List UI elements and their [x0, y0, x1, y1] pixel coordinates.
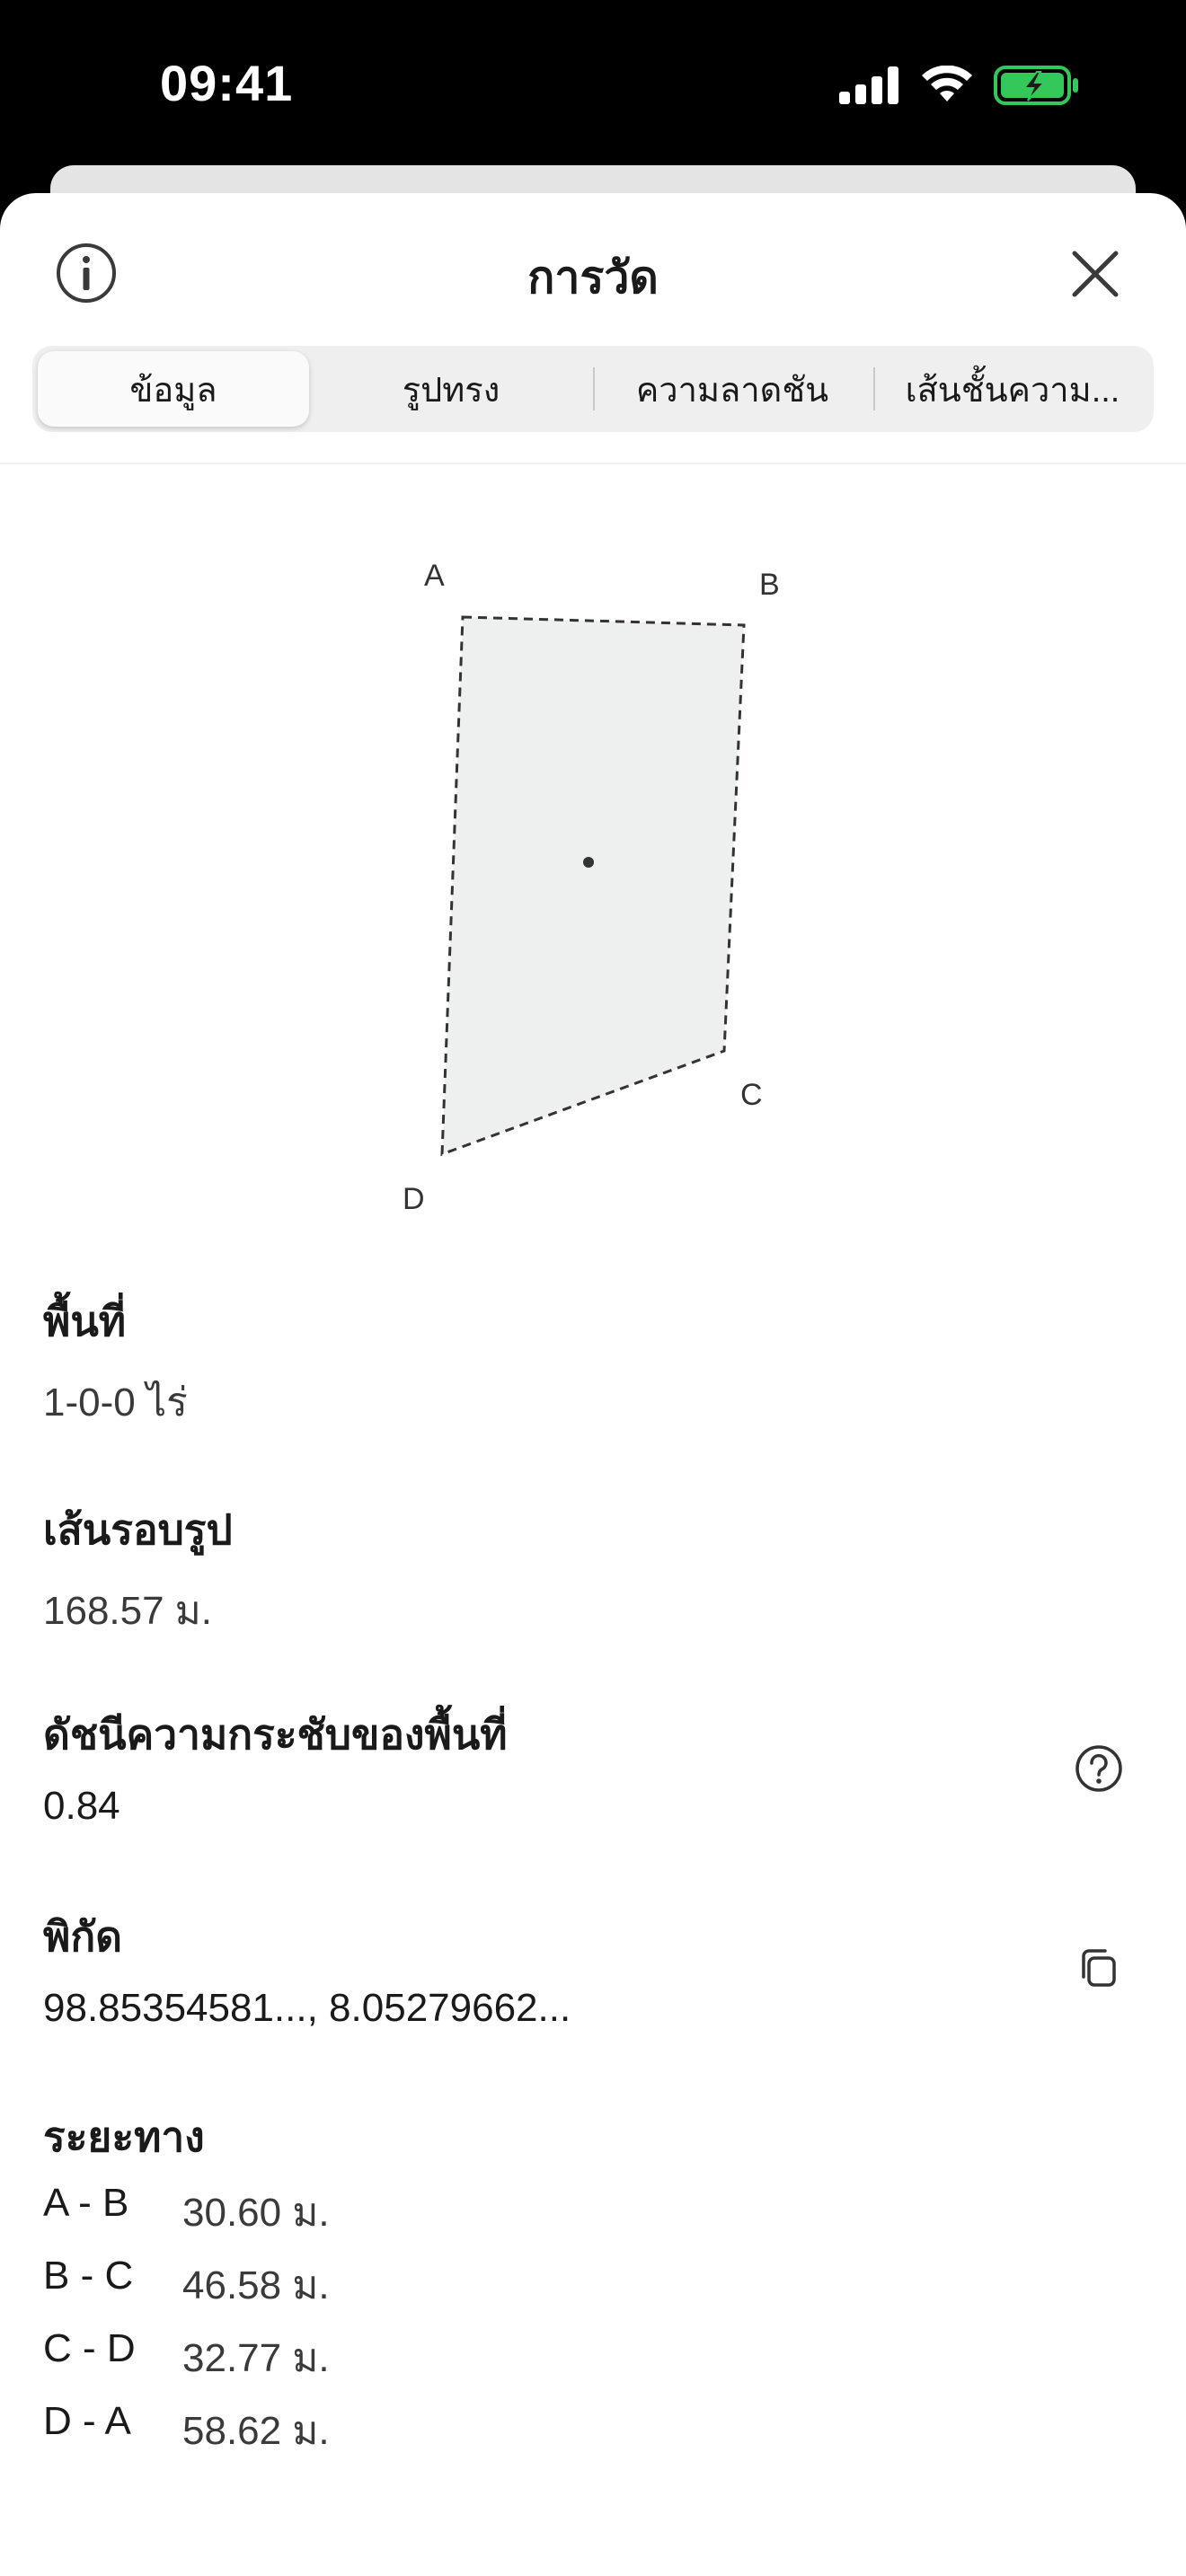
distance-value: 46.58 ม. [182, 2263, 330, 2307]
wifi-icon [922, 66, 972, 101]
area-value: 1-0-0 ไร่ [43, 1381, 188, 1425]
status-icons [839, 65, 1080, 106]
measurement-sheet: การวัด ข้อมูล รูปทรง ความลาดชัน เส้นชั้น… [0, 193, 1186, 2576]
distance-segment: C - D [43, 2326, 136, 2370]
copy-icon [1082, 1949, 1116, 1987]
coordinates-field: พิกัด 98.85354581..., 8.05279662... [43, 1904, 571, 2031]
compactness-value: 0.84 [43, 1784, 120, 1828]
centroid-point [583, 857, 594, 868]
distance-value: 58.62 ม. [182, 2409, 330, 2453]
status-bar: 09:41 [0, 0, 1186, 171]
compactness-label: ดัชนีความกระชับของพื้นที่ [43, 1711, 508, 1758]
battery-charging-icon [994, 66, 1078, 105]
perimeter-value: 168.57 ม. [43, 1589, 213, 1633]
coordinates-label: พิกัด [43, 1913, 123, 1960]
perimeter-field: เส้นรอบรูป 168.57 ม. [43, 1497, 233, 1642]
distance-row: B - C 46.58 ม. [43, 2254, 330, 2316]
vertex-label-c: C [740, 1078, 763, 1112]
distance-row: C - D 32.77 ม. [43, 2326, 330, 2389]
coordinates-value: 98.85354581..., 8.05279662... [43, 1986, 571, 2030]
help-icon [1075, 1745, 1122, 1792]
distances-section: ระยะทาง [43, 2104, 205, 2170]
distance-segment: D - A [43, 2399, 131, 2443]
area-label: พื้นที่ [43, 1298, 127, 1345]
shape-diagram: A B C D [403, 559, 780, 1216]
vertex-label-b: B [759, 568, 780, 602]
signal-icon [839, 66, 898, 104]
distance-segment: B - C [43, 2254, 134, 2298]
vertex-label-a: A [424, 559, 445, 593]
distances-label: ระยะทาง [43, 2113, 205, 2160]
status-time: 09:41 [160, 55, 294, 111]
distance-row: A - B 30.60 ม. [43, 2181, 330, 2244]
measured-polygon [440, 615, 746, 1157]
distance-value: 32.77 ม. [182, 2336, 330, 2380]
perimeter-label: เส้นรอบรูป [43, 1506, 233, 1553]
distance-value: 30.60 ม. [182, 2191, 330, 2235]
distance-segment: A - B [43, 2181, 129, 2225]
compactness-help-button[interactable] [1072, 1742, 1126, 1795]
area-field: พื้นที่ 1-0-0 ไร่ [43, 1289, 188, 1434]
copy-coordinates-button[interactable] [1072, 1941, 1126, 1995]
distance-row: D - A 58.62 ม. [43, 2399, 330, 2462]
vertex-label-d: D [403, 1182, 425, 1216]
compactness-field: ดัชนีความกระชับของพื้นที่ 0.84 [43, 1702, 508, 1829]
